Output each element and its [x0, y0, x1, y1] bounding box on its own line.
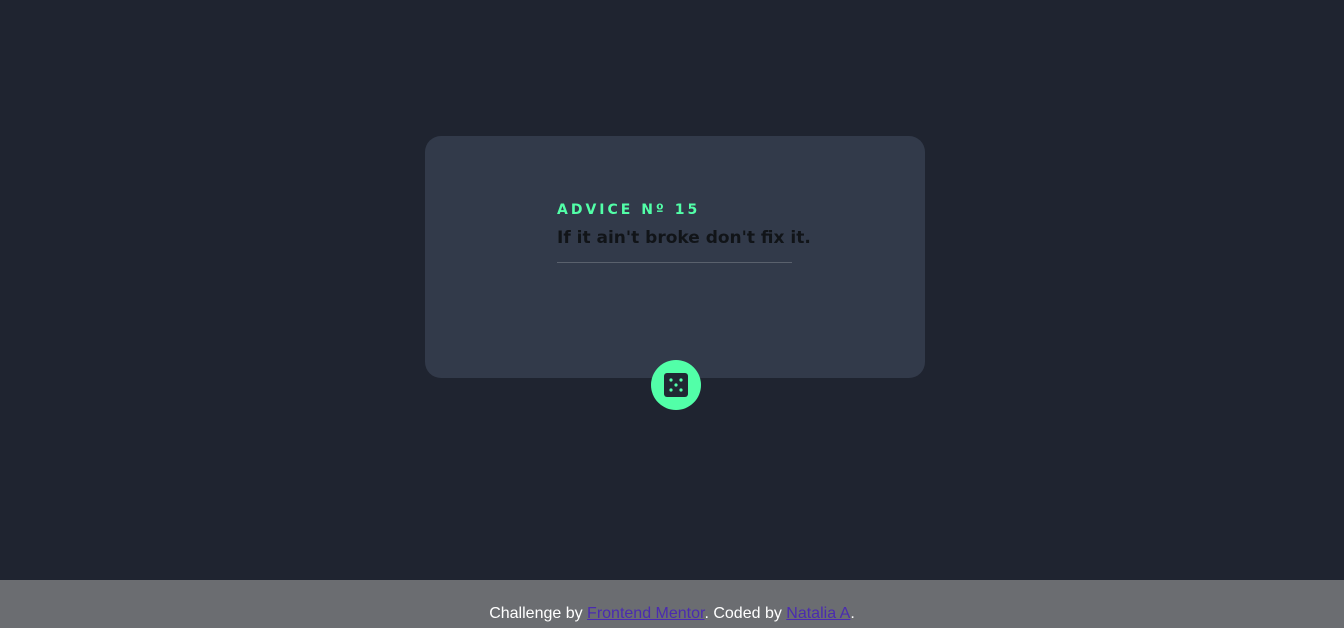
footer-suffix: . — [850, 605, 855, 622]
advice-number: ADVICE Nº 15 — [557, 202, 701, 218]
divider — [557, 262, 792, 263]
footer: Challenge by Frontend Mentor. Coded by N… — [0, 580, 1344, 628]
author-link[interactable]: Natalia A — [786, 605, 850, 622]
advice-card: ADVICE Nº 15 If it ain't broke don't fix… — [425, 136, 925, 378]
page: ADVICE Nº 15 If it ain't broke don't fix… — [0, 0, 1344, 628]
dice-button[interactable] — [651, 360, 701, 410]
advice-text: If it ain't broke don't fix it. — [557, 228, 811, 248]
frontend-mentor-link[interactable]: Frontend Mentor — [587, 605, 704, 622]
footer-prefix: Challenge by — [489, 605, 588, 622]
footer-middle: . Coded by — [704, 605, 787, 622]
dice-icon — [664, 373, 688, 397]
